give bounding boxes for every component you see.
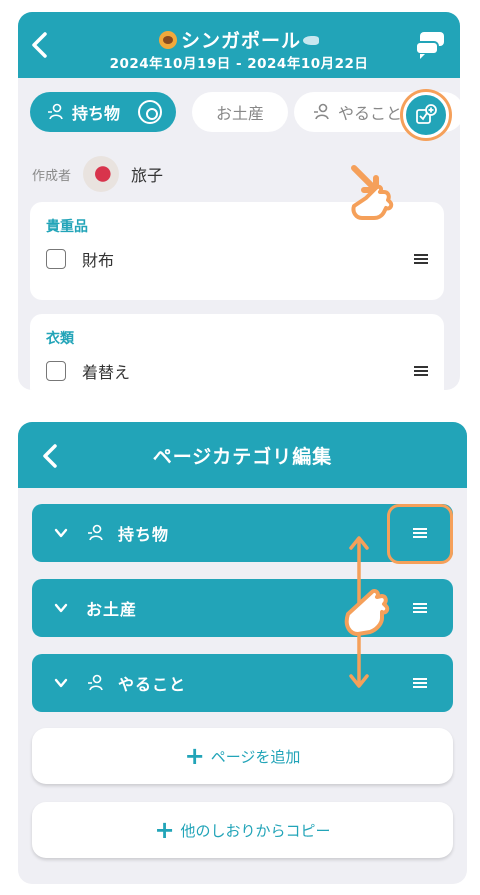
bookmark-page-screen: シンガポール 2024年10月19日 - 2024年10月22日 持ち物 お土産 xyxy=(18,12,460,390)
add-page-button[interactable]: + ページを追加 xyxy=(32,728,453,784)
lion-emoji-icon xyxy=(158,31,177,49)
tab-label: やること xyxy=(338,104,403,123)
item-label: 着替え xyxy=(82,363,131,382)
author-row: 作成者 旅子 xyxy=(32,156,164,192)
trip-title: シンガポール xyxy=(18,26,460,53)
avatar xyxy=(83,156,120,192)
chevron-down-icon[interactable] xyxy=(54,676,68,690)
author-name: 旅子 xyxy=(131,166,164,185)
pointer-hand-icon xyxy=(344,588,390,636)
item-checkbox[interactable] xyxy=(46,249,66,269)
tab-label: お土産 xyxy=(215,104,264,123)
person-icon xyxy=(88,524,103,541)
app-header: シンガポール 2024年10月19日 - 2024年10月22日 xyxy=(18,12,460,78)
plus-icon: + xyxy=(154,816,175,844)
pointer-hand-icon xyxy=(351,165,394,220)
person-icon xyxy=(88,674,103,691)
drag-handle-icon[interactable] xyxy=(413,603,427,613)
fish-emoji-icon xyxy=(303,36,319,45)
drag-handle-highlight xyxy=(387,504,453,564)
copy-from-other-button[interactable]: + 他のしおりからコピー xyxy=(32,802,453,858)
drag-handle-icon[interactable] xyxy=(414,254,428,264)
app-header: ページカテゴリ編集 xyxy=(18,422,467,488)
list-item: 着替え xyxy=(46,358,428,384)
drag-handle-icon[interactable] xyxy=(414,366,428,376)
drag-handle-icon[interactable] xyxy=(413,678,427,688)
trip-dates: 2024年10月19日 - 2024年10月22日 xyxy=(109,56,369,72)
add-page-button[interactable] xyxy=(403,92,449,138)
plus-icon: + xyxy=(184,742,205,770)
person-icon xyxy=(314,103,329,120)
add-page-icon xyxy=(416,104,437,124)
tab-souvenirs[interactable]: お土産 xyxy=(192,92,288,132)
gear-icon[interactable] xyxy=(138,100,162,124)
list-item: 財布 xyxy=(46,246,428,272)
category-row-todo[interactable]: やること xyxy=(32,654,453,712)
item-label: 財布 xyxy=(82,251,115,270)
chevron-down-icon[interactable] xyxy=(54,601,68,615)
category-tabs: 持ち物 お土産 やること xyxy=(18,78,460,150)
card-title: 貴重品 xyxy=(46,219,88,235)
tab-belongings[interactable]: 持ち物 xyxy=(30,92,176,132)
person-icon xyxy=(48,103,63,120)
chat-icon[interactable] xyxy=(414,30,446,60)
page-title: ページカテゴリ編集 xyxy=(152,446,333,468)
author-label: 作成者 xyxy=(32,168,72,184)
category-card: 衣類 着替え xyxy=(30,314,444,390)
add-page-label: ページを追加 xyxy=(210,747,301,766)
item-checkbox[interactable] xyxy=(46,361,66,381)
tab-label: 持ち物 xyxy=(72,104,121,123)
category-edit-screen: ページカテゴリ編集 持ち物 お土産 やること + ページを追加 + 他のしおりか… xyxy=(18,422,467,884)
copy-from-other-label: 他のしおりからコピー xyxy=(180,821,331,840)
card-title: 衣類 xyxy=(46,331,74,347)
chevron-down-icon[interactable] xyxy=(54,526,68,540)
